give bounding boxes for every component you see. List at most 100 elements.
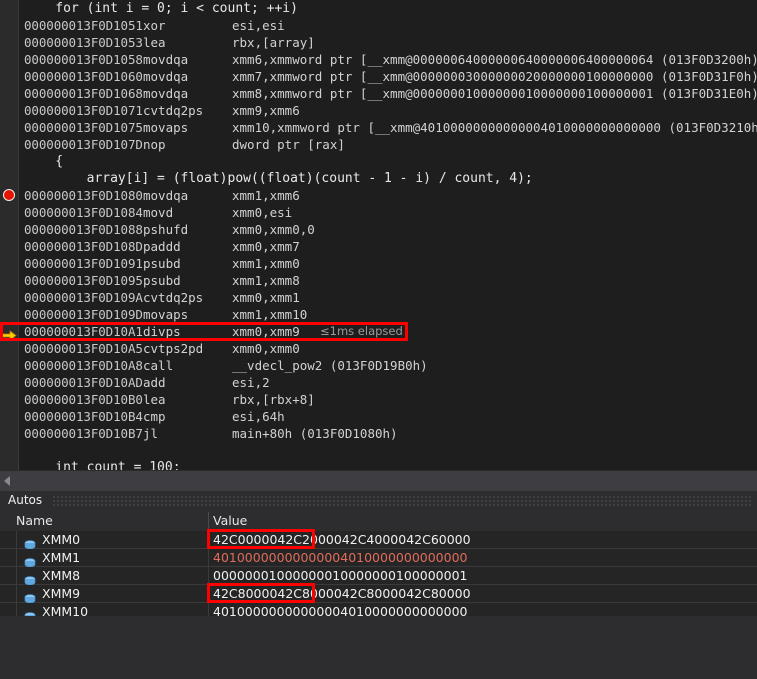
instruction-line[interactable]: 000000013F0D1053 lea rbx,[array] <box>0 34 757 51</box>
row-left-divider <box>16 531 17 548</box>
column-header-value[interactable]: Value <box>213 510 247 531</box>
instruction-line[interactable]: 000000013F0D1084 movd xmm0,esi <box>0 204 757 221</box>
instruction-mnemonic: movaps <box>143 307 189 322</box>
instruction-address: 000000013F0D1075 <box>24 120 143 135</box>
autos-row-name: XMM1 <box>42 550 81 565</box>
instruction-address: 000000013F0D108D <box>24 239 143 254</box>
instruction-line[interactable]: 000000013F0D1068 movdqa xmm8,xmmword ptr [… <box>0 85 757 102</box>
autos-row-value[interactable]: 42C8000042C8000042C8000042C80000 <box>213 585 471 602</box>
instruction-address: 000000013F0D1084 <box>24 205 143 220</box>
breakpoint-icon[interactable] <box>3 189 15 201</box>
instruction-mnemonic: cvtdq2ps <box>143 103 204 118</box>
instruction-mnemonic: xor <box>143 18 166 33</box>
instruction-mnemonic: movdqa <box>143 52 189 67</box>
instruction-mnemonic: pshufd <box>143 222 189 237</box>
instruction-line[interactable]: 000000013F0D1060 movdqa xmm7,xmmword ptr [… <box>0 68 757 85</box>
instruction-line[interactable]: 000000013F0D1075 movaps xmm10,xmmword ptr … <box>0 119 757 136</box>
instruction-line[interactable]: 000000013F0D1088 pshufd xmm0,xmm0,0 <box>0 221 757 238</box>
elapsed-time-annotation: ≤1ms elapsed <box>320 324 403 338</box>
row-left-divider <box>16 585 17 602</box>
instruction-mnemonic: jl <box>143 426 159 441</box>
instruction-operands: rbx,[array] <box>232 35 315 50</box>
instruction-operands: xmm1,xmm0 <box>232 256 300 271</box>
instruction-line[interactable]: 000000013F0D1051 xor esi,esi <box>0 17 757 34</box>
instruction-mnemonic: psubd <box>143 273 181 288</box>
autos-row-value[interactable]: 40100000000000004010000000000000 <box>213 549 468 566</box>
instruction-mnemonic: cmp <box>143 409 166 424</box>
instruction-line[interactable]: 000000013F0D1080 movdqa xmm1,xmm6 <box>0 187 757 204</box>
source-line: { <box>0 153 757 170</box>
instruction-address: 000000013F0D10A5 <box>24 341 143 356</box>
instruction-mnemonic: movd <box>143 205 174 220</box>
instruction-address: 000000013F0D1060 <box>24 69 143 84</box>
autos-row[interactable]: XMM0 42C0000042C2000042C4000042C60000 <box>0 531 757 550</box>
instruction-operands: xmm0,xmm9 <box>232 324 300 339</box>
instruction-line[interactable]: 000000013F0D10B4 cmp esi,64h <box>0 408 757 425</box>
instruction-address: 000000013F0D1095 <box>24 273 143 288</box>
field-icon <box>24 571 36 586</box>
tab-strip-grip <box>52 495 753 506</box>
instruction-line[interactable]: 000000013F0D108D paddd xmm0,xmm7 <box>0 238 757 255</box>
instruction-operands: xmm0,esi <box>232 205 293 220</box>
instruction-operands: xmm0,xmm7 <box>232 239 300 254</box>
instruction-line[interactable]: 000000013F0D10A8 call __vdecl_pow2 (013F0D… <box>0 357 757 374</box>
instruction-mnemonic: nop <box>143 137 166 152</box>
autos-tab-strip[interactable]: Autos <box>0 491 757 510</box>
instruction-line[interactable]: 000000013F0D1095 psubd xmm1,xmm8 <box>0 272 757 289</box>
instruction-mnemonic: movdqa <box>143 69 189 84</box>
instruction-line[interactable]: 000000013F0D107D nop dword ptr [rax] <box>0 136 757 153</box>
field-icon <box>24 535 36 550</box>
column-divider[interactable] <box>208 512 209 529</box>
instruction-operands: esi,64h <box>232 409 285 424</box>
instruction-mnemonic: paddd <box>143 239 181 254</box>
autos-row[interactable]: XMM1 40100000000000004010000000000000 <box>0 549 757 568</box>
tab-autos[interactable]: Autos <box>8 492 42 509</box>
source-line-text: for (int i = 0; i < count; ++i) <box>24 1 298 16</box>
source-line: for (int i = 0; i < count; ++i) <box>0 0 757 17</box>
instruction-address: 000000013F0D1051 <box>24 18 143 33</box>
instruction-line[interactable]: 000000013F0D10A5 cvtps2pd xmm0,xmm0 <box>0 340 757 357</box>
instruction-mnemonic: call <box>143 358 174 373</box>
instruction-line[interactable]: 000000013F0D1058 movdqa xmm6,xmmword ptr [… <box>0 51 757 68</box>
current-instruction-line[interactable]: 000000013F0D10A1 divps xmm0,xmm9 ≤1ms elaps… <box>0 323 757 340</box>
instruction-operands: xmm8,xmmword ptr [__xmm@0000000100000001… <box>232 86 757 101</box>
instruction-address: 000000013F0D109A <box>24 290 143 305</box>
instruction-line[interactable]: 000000013F0D109A cvtdq2ps xmm0,xmm1 <box>0 289 757 306</box>
instruction-operands: xmm0,xmm1 <box>232 290 300 305</box>
instruction-mnemonic: lea <box>143 35 166 50</box>
instruction-line[interactable]: 000000013F0D109D movaps xmm1,xmm10 <box>0 306 757 323</box>
instruction-address: 000000013F0D1071 <box>24 103 143 118</box>
column-header-name[interactable]: Name <box>16 510 53 531</box>
instruction-operands: xmm9,xmm6 <box>232 103 300 118</box>
instruction-address: 000000013F0D10A8 <box>24 358 143 373</box>
autos-row[interactable]: XMM8 00000001000000010000000100000001 <box>0 567 757 586</box>
instruction-pointer-arrow-icon[interactable] <box>1 326 17 341</box>
instruction-address: 000000013F0D107D <box>24 137 143 152</box>
source-line: int count = 100; <box>0 459 757 470</box>
instruction-address: 000000013F0D10B4 <box>24 409 143 424</box>
row-column-divider <box>208 585 209 602</box>
autos-row-value[interactable]: 00000001000000010000000100000001 <box>213 567 468 584</box>
autos-row-value[interactable]: 42C0000042C2000042C4000042C60000 <box>213 531 471 548</box>
instruction-operands: xmm1,xmm6 <box>232 188 300 203</box>
instruction-address: 000000013F0D109D <box>24 307 143 322</box>
instruction-mnemonic: movdqa <box>143 188 189 203</box>
instruction-line[interactable]: 000000013F0D1091 psubd xmm1,xmm0 <box>0 255 757 272</box>
instruction-line[interactable]: 000000013F0D10AD add esi,2 <box>0 374 757 391</box>
instruction-operands: esi,esi <box>232 18 285 33</box>
autos-row-name: XMM0 <box>42 532 81 547</box>
autos-column-header: Name Value <box>0 510 757 532</box>
instruction-mnemonic: cvtps2pd <box>143 341 204 356</box>
disassembly-pane[interactable]: for (int i = 0; i < count; ++i) 000000013… <box>0 0 757 470</box>
instruction-line[interactable]: 000000013F0D1071 cvtdq2ps xmm9,xmm6 <box>0 102 757 119</box>
autos-panel[interactable]: Autos Name Value XMM0 42C0000042C2000042C… <box>0 491 757 679</box>
instruction-line[interactable]: 000000013F0D10B0 lea rbx,[rbx+8] <box>0 391 757 408</box>
instruction-address: 000000013F0D1053 <box>24 35 143 50</box>
autos-row[interactable]: XMM9 42C8000042C8000042C8000042C80000 <box>0 585 757 604</box>
instruction-line[interactable]: 000000013F0D10B7 jl main+80h (013F0D1080h) <box>0 425 757 442</box>
disassembly-horizontal-scrollbar[interactable] <box>0 470 757 491</box>
instruction-operands: xmm10,xmmword ptr [__xmm@401000000000000… <box>232 120 757 135</box>
row-column-divider <box>208 567 209 584</box>
scroll-left-arrow-icon[interactable] <box>0 471 16 491</box>
row-column-divider <box>208 531 209 548</box>
